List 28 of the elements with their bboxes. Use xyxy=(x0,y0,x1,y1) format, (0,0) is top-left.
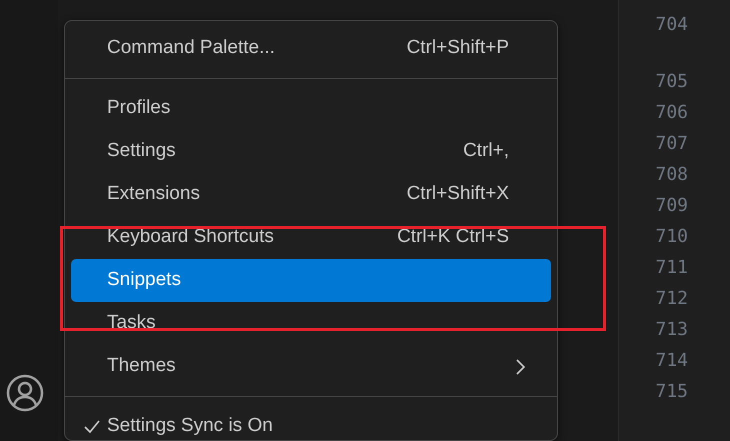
chevron-right-icon xyxy=(515,358,527,376)
line-number: 710 xyxy=(654,225,688,249)
line-number: 706 xyxy=(654,101,688,125)
menu-item[interactable]: Settings Sync is On xyxy=(71,405,551,440)
menu-item[interactable]: Snippets xyxy=(71,259,551,302)
line-number: 705 xyxy=(654,70,688,94)
shortcut-label: Ctrl+, xyxy=(463,139,509,164)
menu-item[interactable]: Themes xyxy=(71,345,551,388)
shortcut-label: Ctrl+K Ctrl+S xyxy=(397,225,509,250)
menu-item[interactable]: Command Palette... Ctrl+Shift+P xyxy=(71,27,551,70)
line-number: 704 xyxy=(654,13,688,37)
shortcut-label: Ctrl+Shift+X xyxy=(406,182,509,206)
check-icon xyxy=(83,418,101,436)
line-number: 714 xyxy=(654,349,688,373)
menu-item[interactable]: Tasks xyxy=(71,302,551,345)
line-number: 711 xyxy=(654,256,688,280)
line-number: 715 xyxy=(654,380,688,404)
menu-item[interactable]: Keyboard Shortcuts Ctrl+K Ctrl+S xyxy=(71,216,551,259)
line-number: 713 xyxy=(654,318,688,342)
line-number: 712 xyxy=(654,287,688,311)
menu-item[interactable]: Settings Ctrl+, xyxy=(71,130,551,173)
menu-item[interactable]: Profiles xyxy=(71,87,551,130)
menu-item[interactable]: Extensions Ctrl+Shift+X xyxy=(71,173,551,216)
shortcut-label: Ctrl+Shift+P xyxy=(406,36,509,60)
account-icon[interactable] xyxy=(6,374,44,412)
line-number: 707 xyxy=(654,132,688,156)
line-number: 709 xyxy=(654,194,688,218)
line-number: 708 xyxy=(654,163,688,187)
